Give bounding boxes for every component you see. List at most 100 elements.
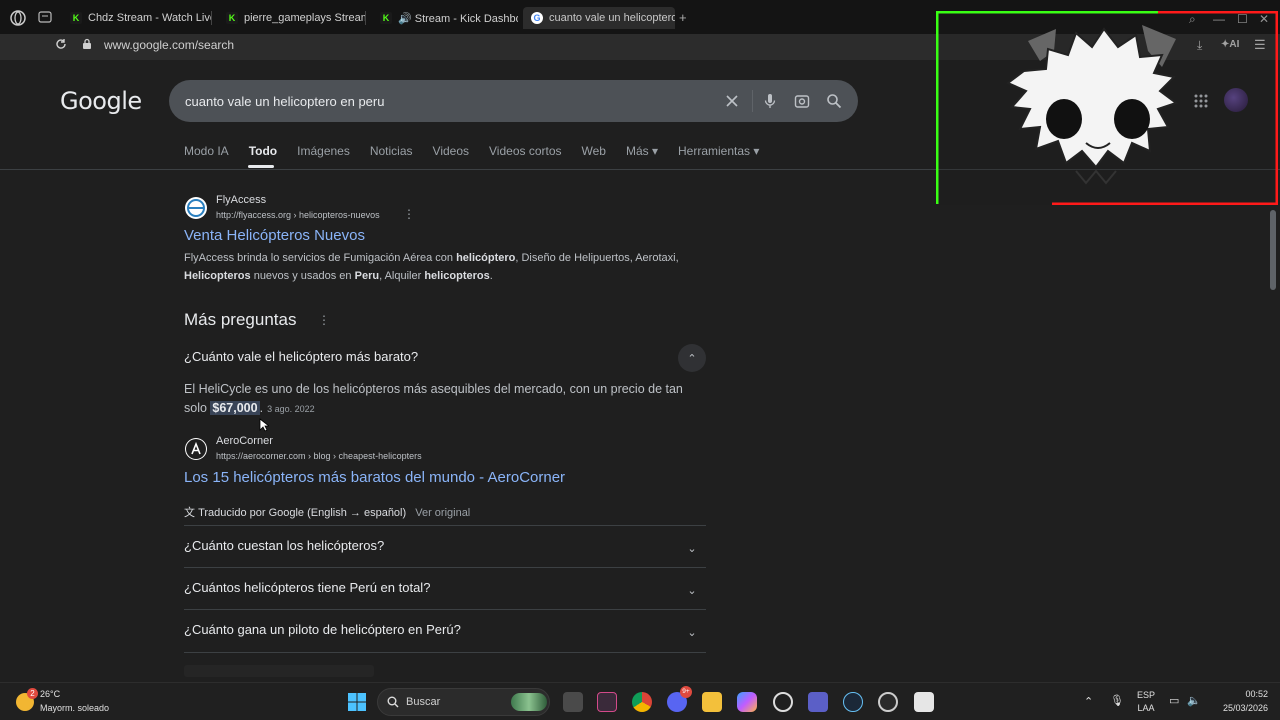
- clock-time: 00:52: [1245, 689, 1268, 699]
- tab-label: pierre_gameplays Stream: [244, 12, 366, 24]
- tab-videos-cortos[interactable]: Videos cortos: [489, 144, 562, 164]
- paa-question[interactable]: ¿Cuánto gana un piloto de helicóptero en…: [184, 622, 706, 642]
- url-field[interactable]: www.google.com/search: [104, 38, 234, 52]
- app-pinned-icon[interactable]: [597, 692, 617, 712]
- clock-date: 25/03/2026: [1222, 703, 1268, 713]
- paa-question[interactable]: ¿Cuánto cuestan los helicópteros? ⌄: [184, 538, 706, 558]
- file-explorer-icon[interactable]: [702, 692, 722, 712]
- paa-divider: [184, 609, 706, 610]
- tab-videos[interactable]: Videos: [433, 144, 469, 164]
- show-hidden-icons[interactable]: ⌃: [1084, 695, 1093, 708]
- keyboard-language[interactable]: ESP LAA: [1136, 690, 1156, 713]
- discord-badge: 9+: [680, 686, 692, 698]
- result-site-name[interactable]: FlyAccess: [216, 194, 266, 206]
- browser-logo-icon[interactable]: [10, 10, 26, 26]
- tab-google-search[interactable]: G cuanto vale un helicoptero: [523, 7, 675, 29]
- windows-start-icon[interactable]: [348, 693, 366, 711]
- obs-icon[interactable]: [878, 692, 898, 712]
- chrome-icon[interactable]: [632, 692, 652, 712]
- source-site-url[interactable]: https://aerocorner.com › blog › cheapest…: [216, 451, 422, 461]
- tab-chdz-stream[interactable]: K Chdz Stream - Watch Live: [62, 7, 212, 29]
- google-logo[interactable]: Google: [60, 87, 142, 115]
- chevron-up-icon[interactable]: ⌃: [678, 344, 706, 372]
- paa-divider: [184, 525, 706, 526]
- weather-badge: 2: [27, 688, 38, 699]
- active-tab-indicator: [248, 165, 274, 168]
- reload-icon[interactable]: [55, 38, 67, 50]
- answer-highlight: $67,000: [210, 401, 260, 415]
- new-tab-icon[interactable]: +: [679, 10, 687, 25]
- tab-mas[interactable]: Más ▾: [626, 144, 658, 164]
- tab-noticias[interactable]: Noticias: [370, 144, 413, 164]
- source-site-name[interactable]: AeroCorner: [216, 435, 273, 447]
- paa-answer: El HeliCycle es uno de los helicópteros …: [184, 380, 709, 419]
- search-icon[interactable]: [826, 93, 842, 109]
- teams-icon[interactable]: [808, 692, 828, 712]
- clock[interactable]: 00:52 25/03/2026: [1212, 689, 1268, 713]
- aerocorner-favicon: [185, 438, 207, 460]
- paa-heading: Más preguntas: [184, 310, 297, 329]
- media-player-icon[interactable]: [773, 692, 793, 712]
- tab-todo[interactable]: Todo: [249, 144, 277, 164]
- paa-divider: [184, 567, 706, 568]
- tab-label: cuanto vale un helicoptero: [549, 12, 675, 24]
- volume-icon[interactable]: 🔈: [1187, 694, 1201, 707]
- paa-divider: [184, 652, 706, 653]
- tab-modo-ia[interactable]: Modo IA: [184, 144, 229, 164]
- source-title-link[interactable]: Los 15 helicópteros más baratos del mund…: [184, 469, 565, 486]
- faded-question-placeholder: [184, 665, 374, 677]
- tab-imagenes[interactable]: Imágenes: [297, 144, 350, 164]
- chevron-down-icon[interactable]: ⌄: [678, 618, 706, 646]
- chevron-down-icon[interactable]: ⌄: [678, 576, 706, 604]
- lock-icon[interactable]: [82, 38, 92, 50]
- translate-icon: 文: [184, 507, 195, 519]
- taskbar-search[interactable]: Buscar: [377, 688, 550, 716]
- search-box[interactable]: [169, 80, 858, 122]
- answer-date: 3 ago. 2022: [267, 404, 315, 414]
- clear-icon[interactable]: [724, 93, 740, 109]
- result-site-url[interactable]: http://flyaccess.org › helicopteros-nuev…: [216, 210, 380, 220]
- tab-pierre-stream[interactable]: K pierre_gameplays Stream: [218, 7, 366, 29]
- search-input[interactable]: [185, 80, 715, 122]
- display-icon[interactable]: ▭: [1169, 694, 1179, 707]
- tab-herramientas[interactable]: Herramientas ▾: [678, 144, 759, 164]
- tab-kick-dashboard[interactable]: K 🔊 Stream - Kick Dashbo: [372, 7, 518, 29]
- flyaccess-favicon: [185, 197, 207, 219]
- snippet-bold: Helicopteros: [184, 270, 251, 282]
- translation-notice: 文 Traducido por Google (English → españo…: [184, 504, 470, 520]
- tab-web[interactable]: Web: [582, 144, 606, 164]
- paa-question-label: ¿Cuántos helicópteros tiene Perú en tota…: [184, 580, 431, 595]
- search-icon: [387, 696, 399, 708]
- task-view-icon[interactable]: [563, 692, 583, 712]
- see-original-link[interactable]: Ver original: [415, 507, 470, 519]
- search-divider: [752, 90, 753, 112]
- chevron-down-icon[interactable]: ⌄: [678, 534, 706, 562]
- kick-icon: K: [70, 12, 82, 24]
- language-top: ESP: [1136, 690, 1155, 700]
- lens-icon[interactable]: [794, 93, 810, 109]
- result-snippet: FlyAccess brinda lo servicios de Fumigac…: [184, 249, 704, 285]
- snippet-text: , Alquiler: [379, 270, 425, 282]
- paa-options-icon[interactable]: ⋮: [318, 313, 330, 327]
- copilot-icon[interactable]: [737, 692, 757, 712]
- weather-widget[interactable]: 2 26°C Mayorm. soleado: [0, 683, 130, 720]
- microphone-tray-icon[interactable]: 🎙: [1110, 694, 1124, 707]
- windows-taskbar: 2 26°C Mayorm. soleado Buscar 9+ ⌃ 🎙 ESP…: [0, 682, 1280, 720]
- snippet-text: FlyAccess brinda lo servicios de Fumigac…: [184, 252, 457, 264]
- weather-temperature: 26°C: [40, 689, 61, 699]
- result-title-link[interactable]: Venta Helicópteros Nuevos: [184, 227, 365, 244]
- page-scrollbar[interactable]: [1270, 210, 1276, 290]
- tab-actions-icon[interactable]: [38, 11, 52, 23]
- stream-webcam-overlay: [936, 11, 1278, 205]
- answer-end: .: [259, 401, 264, 415]
- translated-label: Traducido por Google (English → español): [198, 507, 407, 519]
- paa-question[interactable]: ¿Cuántos helicópteros tiene Perú en tota…: [184, 580, 706, 600]
- clapper-icon[interactable]: [914, 692, 934, 712]
- paa-question-expanded[interactable]: ¿Cuánto vale el helicóptero más barato? …: [184, 344, 706, 372]
- kick-icon: K: [226, 12, 238, 24]
- snippet-text: , Diseño de Helipuertos, Aerotaxi,: [515, 252, 679, 264]
- steam-icon[interactable]: [843, 692, 863, 712]
- microphone-icon[interactable]: [762, 93, 778, 109]
- result-options-icon[interactable]: ⋮: [403, 207, 415, 221]
- paa-question-label: ¿Cuánto vale el helicóptero más barato?: [184, 349, 419, 364]
